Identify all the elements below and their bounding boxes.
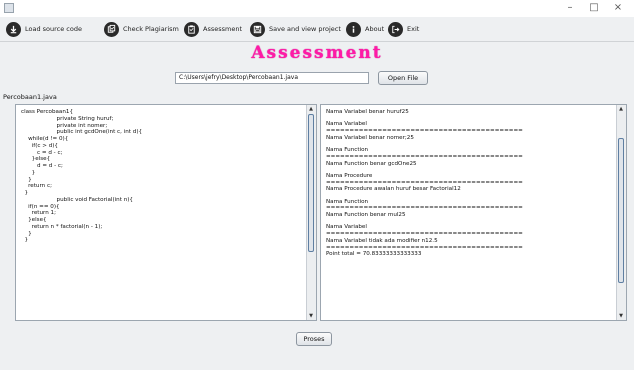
exit-icon xyxy=(388,21,403,37)
menu-label: About xyxy=(365,25,385,33)
copy-check-icon xyxy=(104,21,119,37)
code-line: return 1; xyxy=(21,210,56,217)
menu-assessment[interactable]: Assessment xyxy=(184,21,242,37)
result-line: Nama Variabel tidak ada modifier n12.5 xyxy=(326,237,438,244)
scroll-down-arrow-icon[interactable]: ▼ xyxy=(307,312,315,320)
code-line: c = d - c; xyxy=(21,149,63,156)
result-line: Nama Procedure xyxy=(326,172,373,179)
result-line: Nama Function xyxy=(326,147,369,153)
result-line: Nama Function benar mul25 xyxy=(326,212,406,218)
title-bar: – □ × xyxy=(0,0,634,18)
code-line: d = d - c; xyxy=(21,163,63,169)
code-line: public void Factorial(int n){ xyxy=(21,196,133,203)
result-line: Point total = 70.83333333333333 xyxy=(326,251,422,258)
code-line: } xyxy=(21,190,29,196)
result-line: ========================================… xyxy=(326,153,523,160)
result-scrollbar[interactable]: ▲ ▼ xyxy=(616,105,626,320)
menu-label: Check Plagiarism xyxy=(123,25,179,33)
result-line: Nama Function xyxy=(326,198,369,205)
result-line: Nama Function benar gcdOne25 xyxy=(326,160,417,167)
code-line: }else{ xyxy=(21,217,47,223)
source-code-text[interactable]: class Percobaan1{ private String huruf; … xyxy=(16,105,307,320)
proses-button[interactable]: Proses xyxy=(296,332,332,346)
result-line: Nama Variabel benar nomer;25 xyxy=(326,134,414,141)
result-line: Nama Variabel xyxy=(326,121,367,128)
page-title: Assessment xyxy=(251,43,383,63)
source-code-panel[interactable]: class Percobaan1{ private String huruf; … xyxy=(15,104,317,321)
code-line: class Percobaan1{ xyxy=(21,109,74,115)
scroll-thumb[interactable] xyxy=(308,114,314,252)
result-line: ========================================… xyxy=(326,128,523,134)
scroll-thumb[interactable] xyxy=(618,138,624,283)
code-line: private String huruf; xyxy=(21,115,114,122)
code-line: } xyxy=(21,230,32,237)
result-line: ========================================… xyxy=(326,179,523,186)
result-line: ========================================… xyxy=(326,205,523,212)
file-name-label: Percobaan1.java xyxy=(3,93,57,101)
code-line: }else{ xyxy=(21,156,51,163)
code-line: if(c > d){ xyxy=(21,142,58,149)
menu-load-source-code[interactable]: Load source code xyxy=(6,21,82,37)
result-line: Nama Procedure awalan huruf besar Factor… xyxy=(326,186,461,193)
menu-label: Load source code xyxy=(25,25,82,33)
code-line: private int nomer; xyxy=(21,122,108,129)
menu-about[interactable]: About xyxy=(346,21,384,37)
menu-exit[interactable]: Exit xyxy=(388,21,419,37)
assessment-result-text[interactable]: Nama Variabel benar huruf25 Nama Variabel… xyxy=(321,105,617,320)
code-line: } xyxy=(21,176,32,183)
menu-check-plagiarism[interactable]: Check Plagiarism xyxy=(104,21,179,37)
result-line: ========================================… xyxy=(326,231,523,237)
result-block: Nama Variabel benar huruf25 xyxy=(326,109,617,116)
result-block: Nama Variabel ===========================… xyxy=(326,121,617,141)
code-line: } xyxy=(21,169,36,176)
scroll-up-arrow-icon[interactable]: ▲ xyxy=(307,105,315,113)
result-block: Nama Procedure ==========================… xyxy=(326,173,617,193)
menu-bar: Load source code Check Plagiarism Assess… xyxy=(0,17,634,42)
code-line: while(d != 0){ xyxy=(21,136,69,142)
scroll-up-arrow-icon[interactable]: ▲ xyxy=(617,105,625,113)
result-line: Nama Variabel xyxy=(326,224,367,231)
code-line: } xyxy=(21,237,29,244)
result-block: Nama Variabel ===========================… xyxy=(326,224,617,258)
code-line: return c; xyxy=(21,183,52,190)
maximize-button[interactable]: □ xyxy=(584,1,604,15)
scroll-down-arrow-icon[interactable]: ▼ xyxy=(617,312,625,320)
code-line: if(n == 0){ xyxy=(21,203,60,210)
close-button[interactable]: × xyxy=(608,1,628,15)
open-file-button[interactable]: Open File xyxy=(378,71,428,85)
clipboard-icon xyxy=(184,21,199,37)
code-line: return n * factorial(n - 1); xyxy=(21,223,103,230)
save-icon xyxy=(250,21,265,37)
minimize-button[interactable]: – xyxy=(560,1,580,15)
result-block: Nama Function ===========================… xyxy=(326,199,617,219)
download-icon xyxy=(6,21,21,37)
result-block: Nama Function ===========================… xyxy=(326,147,617,167)
file-path-field[interactable]: C:\Users\jefry\Desktop\Percobaan1.java xyxy=(175,72,369,84)
code-line: public int gcdOne(int c, int d){ xyxy=(21,129,143,136)
menu-label: Exit xyxy=(407,25,420,33)
info-icon xyxy=(346,21,361,37)
app-icon xyxy=(4,3,14,13)
result-line: ========================================… xyxy=(326,244,523,251)
assessment-result-panel[interactable]: Nama Variabel benar huruf25 Nama Variabel… xyxy=(320,104,627,321)
menu-label: Assessment xyxy=(203,25,242,33)
code-scrollbar[interactable]: ▲ ▼ xyxy=(306,105,316,320)
result-line: Nama Variabel benar huruf25 xyxy=(326,109,409,115)
menu-label: Save and view project xyxy=(269,25,341,33)
menu-save-and-view-project[interactable]: Save and view project xyxy=(250,21,341,37)
